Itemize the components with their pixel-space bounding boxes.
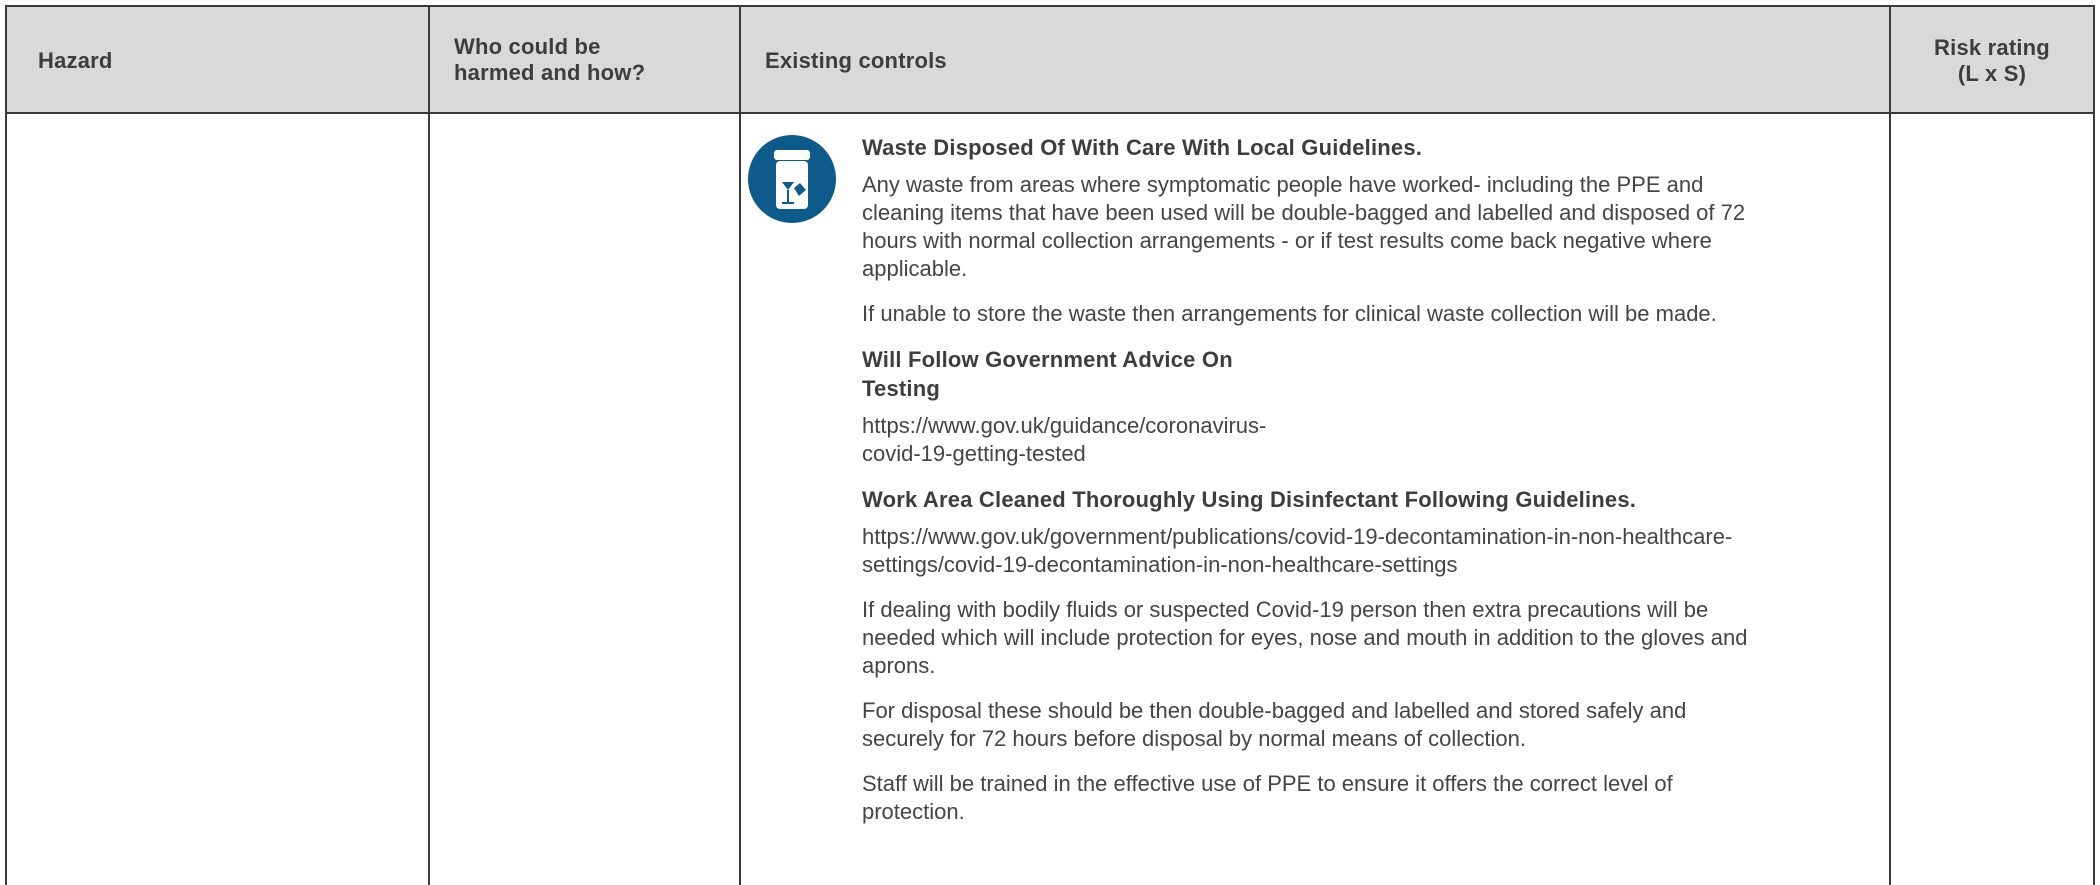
column-divider <box>428 7 430 885</box>
column-divider <box>739 7 741 885</box>
existing-controls-content: Waste Disposed Of With Care With Local G… <box>862 133 1862 843</box>
header-hazard: Hazard <box>38 48 113 73</box>
control-section-cleaning: Work Area Cleaned Thoroughly Using Disin… <box>862 485 1862 826</box>
section-paragraph: If dealing with bodily fluids or suspect… <box>862 597 1748 678</box>
section-paragraph: If unable to store the waste then arrang… <box>862 301 1717 326</box>
header-risk-rating: Risk rating (L x S) <box>1934 35 2050 86</box>
control-section-waste: Waste Disposed Of With Care With Local G… <box>862 133 1862 328</box>
section-title: Work Area Cleaned Thoroughly Using Disin… <box>862 487 1637 512</box>
table-header-row <box>7 7 2093 114</box>
column-divider <box>1889 7 1891 885</box>
header-existing-controls: Existing controls <box>765 48 947 73</box>
control-section-testing: Will Follow Government Advice On Testing… <box>862 345 1862 468</box>
waste-bin-icon <box>747 134 837 224</box>
section-paragraph: Any waste from areas where symptomatic p… <box>862 172 1746 281</box>
section-paragraph: Staff will be trained in the effective u… <box>862 771 1673 824</box>
risk-assessment-table: Hazard Who could be harmed and how? Exis… <box>5 5 2095 885</box>
section-link: https://www.gov.uk/government/publicatio… <box>862 524 1733 577</box>
section-link: https://www.gov.uk/guidance/coronavirus-… <box>862 413 1267 466</box>
header-who-harmed: Who could be harmed and how? <box>454 34 646 85</box>
section-title: Waste Disposed Of With Care With Local G… <box>862 135 1423 160</box>
section-paragraph: For disposal these should be then double… <box>862 698 1687 751</box>
section-title: Will Follow Government Advice On Testing <box>862 347 1233 401</box>
